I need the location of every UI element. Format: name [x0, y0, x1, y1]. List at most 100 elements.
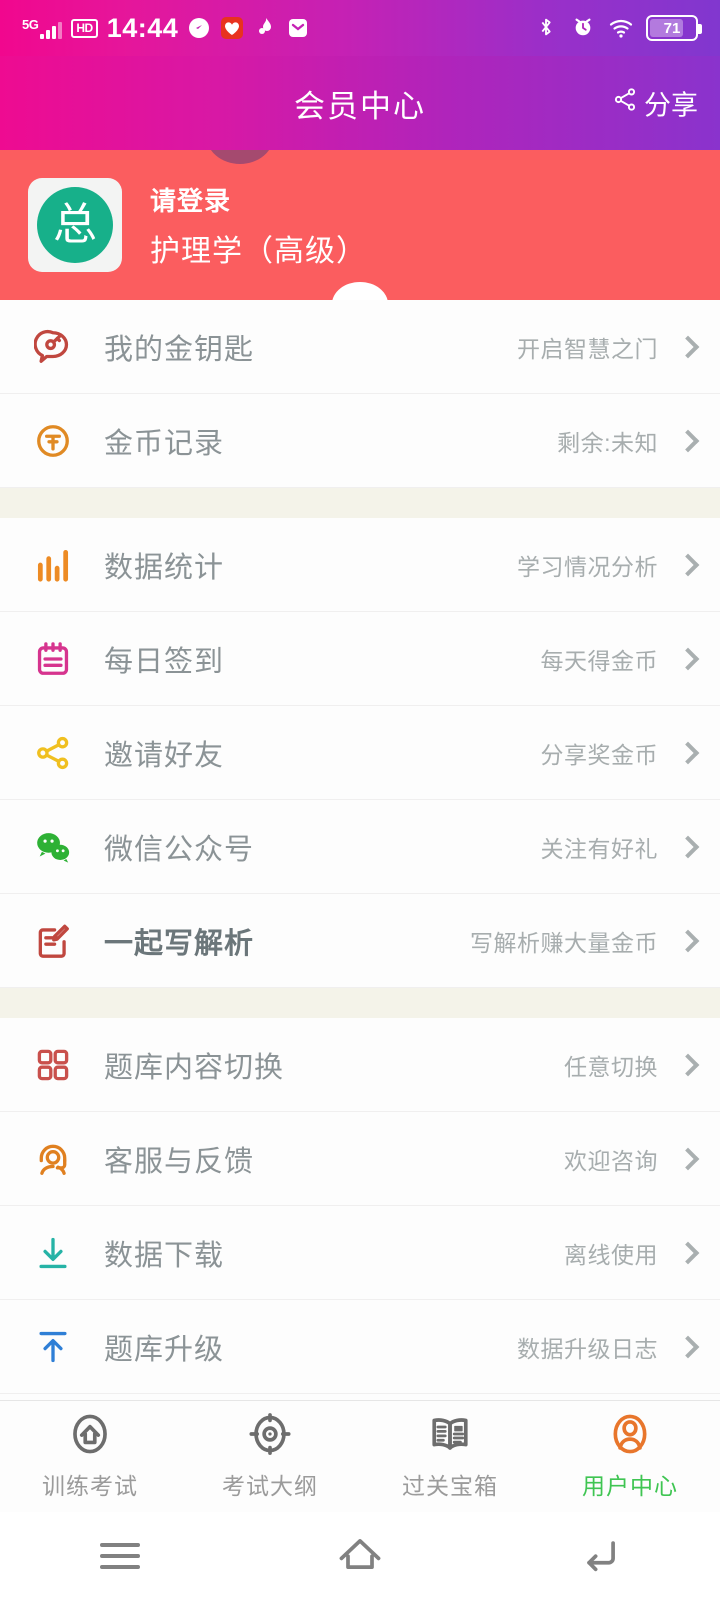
home-button[interactable]: [240, 1512, 480, 1600]
chevron-right-icon: [676, 835, 700, 858]
menu-item-邀请好友[interactable]: 邀请好友 分享奖金币: [0, 706, 720, 800]
chevron-right-icon: [676, 1241, 700, 1264]
menu-item-hint: 欢迎咨询: [564, 1147, 658, 1174]
page-title: 会员中心: [294, 88, 426, 124]
battery-level: 71: [663, 19, 681, 37]
tab-label: 训练考试: [42, 1473, 138, 1499]
recents-icon: [100, 1543, 140, 1569]
signal-icon: 5G: [22, 16, 63, 39]
chevron-right-icon: [676, 929, 700, 952]
alarm-icon: [572, 16, 596, 40]
tab-过关宝箱[interactable]: 过关宝箱: [360, 1401, 540, 1512]
menu-item-hint: 剩余:未知: [557, 429, 658, 456]
key-bubble-icon: [24, 328, 82, 366]
menu-item-我的金钥匙[interactable]: 我的金钥匙 开启智慧之门: [0, 300, 720, 394]
decorative-bubble-bottom: [332, 282, 388, 300]
menu-item-label: 一起写解析: [104, 927, 255, 960]
compass-icon: [187, 16, 211, 40]
mail-icon: [286, 16, 310, 40]
menu-item-label: 题库升级: [104, 1333, 225, 1366]
heart-badge-icon: [220, 16, 244, 40]
tab-考试大纲[interactable]: 考试大纲: [180, 1401, 360, 1512]
menu-item-hint: 关注有好礼: [540, 835, 658, 862]
wechat-icon: [24, 828, 82, 866]
avatar-character: 总: [37, 187, 113, 263]
download-icon: [24, 1234, 82, 1272]
chevron-right-icon: [676, 1335, 700, 1358]
menu-item-题库内容切换[interactable]: 题库内容切换 任意切换: [0, 1018, 720, 1112]
back-button[interactable]: [480, 1512, 720, 1600]
menu-item-hint: 学习情况分析: [517, 553, 658, 580]
share-nodes-icon: [24, 734, 82, 772]
target-icon: [248, 1412, 292, 1461]
menu-item-label: 邀请好友: [104, 739, 225, 772]
chevron-right-icon: [676, 553, 700, 576]
share-icon: [612, 87, 638, 120]
app-title-bar: 会员中心 分享: [0, 56, 720, 150]
tab-label: 过关宝箱: [402, 1473, 498, 1499]
menu-item-label: 我的金钥匙: [104, 333, 255, 366]
hd-icon: HD: [71, 18, 98, 38]
recents-button[interactable]: [0, 1512, 240, 1600]
menu-item-hint: 数据升级日志: [517, 1335, 658, 1362]
menu-item-客服与反馈[interactable]: 客服与反馈 欢迎咨询: [0, 1112, 720, 1206]
chevron-right-icon: [676, 1147, 700, 1170]
wifi-icon: [609, 16, 633, 40]
chevron-right-icon: [676, 1053, 700, 1076]
chevron-right-icon: [676, 429, 700, 452]
home-shield-icon: [68, 1412, 112, 1461]
menu-item-label: 微信公众号: [104, 833, 255, 866]
chevron-right-icon: [676, 335, 700, 358]
subject-label: 护理学（高级）: [150, 234, 367, 268]
back-icon: [576, 1534, 624, 1579]
menu-item-一起写解析[interactable]: 一起写解析 写解析赚大量金币: [0, 894, 720, 988]
menu-item-label: 数据下载: [104, 1239, 225, 1272]
profile-banner[interactable]: 总 请登录 护理学（高级）: [0, 150, 720, 300]
menu-item-label: 客服与反馈: [104, 1145, 255, 1178]
status-bar-clock: 14:44: [106, 12, 179, 43]
menu-item-数据下载[interactable]: 数据下载 离线使用: [0, 1206, 720, 1300]
status-bar-right: 71: [535, 15, 702, 41]
avatar[interactable]: 总: [28, 178, 122, 272]
chevron-right-icon: [676, 741, 700, 764]
menu-item-label: 题库内容切换: [104, 1051, 285, 1084]
menu-item-label: 数据统计: [104, 551, 225, 584]
menu-list: 我的金钥匙 开启智慧之门金币记录 剩余:未知数据统计 学习情况分析每日签到 每天得金币邀…: [0, 300, 720, 1400]
chevron-right-icon: [676, 647, 700, 670]
network-type-label: 5G: [22, 16, 39, 32]
menu-item-hint: 分享奖金币: [540, 741, 658, 768]
menu-group-separator: [0, 988, 720, 1018]
share-button[interactable]: 分享: [612, 84, 698, 123]
tab-训练考试[interactable]: 训练考试: [0, 1401, 180, 1512]
bluetooth-icon: [535, 16, 559, 40]
menu-item-hint: 开启智慧之门: [517, 335, 658, 362]
login-prompt[interactable]: 请登录: [150, 181, 367, 218]
android-nav-bar: [0, 1512, 720, 1600]
menu-item-每日签到[interactable]: 每日签到 每天得金币: [0, 612, 720, 706]
tab-label: 用户中心: [582, 1473, 678, 1499]
book-news-icon: [428, 1412, 472, 1461]
coin-icon: [24, 422, 82, 460]
grid-icon: [24, 1046, 82, 1084]
decorative-bubble-top: [206, 150, 274, 164]
menu-item-hint: 写解析赚大量金币: [470, 929, 658, 956]
tab-label: 考试大纲: [222, 1473, 318, 1499]
menu-item-hint: 每天得金币: [540, 647, 658, 674]
share-label: 分享: [644, 90, 698, 121]
menu-item-金币记录[interactable]: 金币记录 剩余:未知: [0, 394, 720, 488]
menu-group-separator: [0, 488, 720, 518]
menu-item-微信公众号[interactable]: 微信公众号 关注有好礼: [0, 800, 720, 894]
calendar-icon: [24, 640, 82, 678]
flame-icon: [253, 16, 277, 40]
profile-info: 请登录 护理学（高级）: [150, 181, 367, 270]
user-oval-icon: [608, 1412, 652, 1461]
upload-icon: [24, 1328, 82, 1366]
menu-item-label: 每日签到: [104, 645, 225, 678]
bar-chart-icon: [24, 546, 82, 584]
status-bar-left: 5G HD 14:44: [22, 12, 310, 43]
menu-item-数据统计[interactable]: 数据统计 学习情况分析: [0, 518, 720, 612]
status-bar: 5G HD 14:44 71: [0, 0, 720, 56]
phone-screen: 5G HD 14:44 71 会员中心 分享 总 请登录 护理学（高级） 我的金…: [0, 0, 720, 1600]
tab-用户中心[interactable]: 用户中心: [540, 1401, 720, 1512]
menu-item-题库升级[interactable]: 题库升级 数据升级日志: [0, 1300, 720, 1394]
